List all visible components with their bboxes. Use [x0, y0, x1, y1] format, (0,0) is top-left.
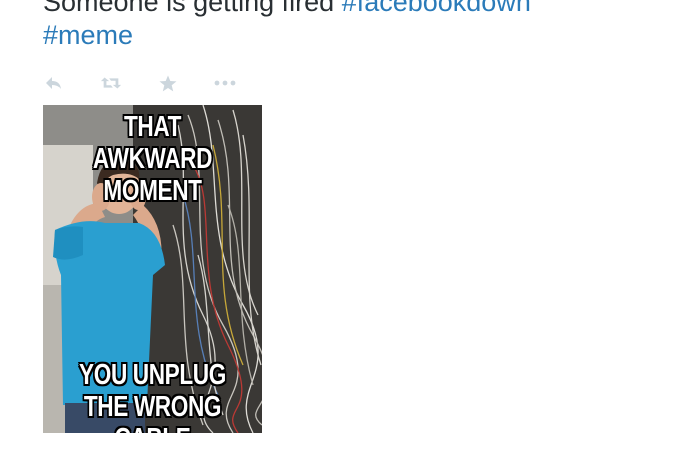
meme-bottom-caption: YOU UNPLUG THE WRONG CABLE [79, 359, 226, 433]
retweet-icon [100, 77, 122, 89]
reply-icon [46, 77, 61, 89]
more-icon [214, 80, 236, 86]
tweet-text: Someone is getting fired #facebookdown #m… [43, 0, 683, 52]
tweet: Someone is getting fired #facebookdown #m… [0, 0, 700, 450]
hashtag-meme[interactable]: #meme [43, 20, 133, 50]
tweet-actions [43, 72, 271, 94]
more-button[interactable] [214, 72, 236, 94]
meme-image[interactable]: THAT AWKWARD MOMENT YOU UNPLUG THE WRONG… [43, 105, 262, 433]
reply-button[interactable] [43, 72, 65, 94]
favorite-button[interactable] [157, 72, 179, 94]
tweet-text-body: Someone is getting fired [43, 0, 342, 17]
favorite-icon [159, 75, 177, 91]
meme-top-caption: THAT AWKWARD MOMENT [92, 111, 213, 207]
retweet-button[interactable] [100, 72, 122, 94]
hashtag-facebookdown[interactable]: #facebookdown [342, 0, 531, 17]
